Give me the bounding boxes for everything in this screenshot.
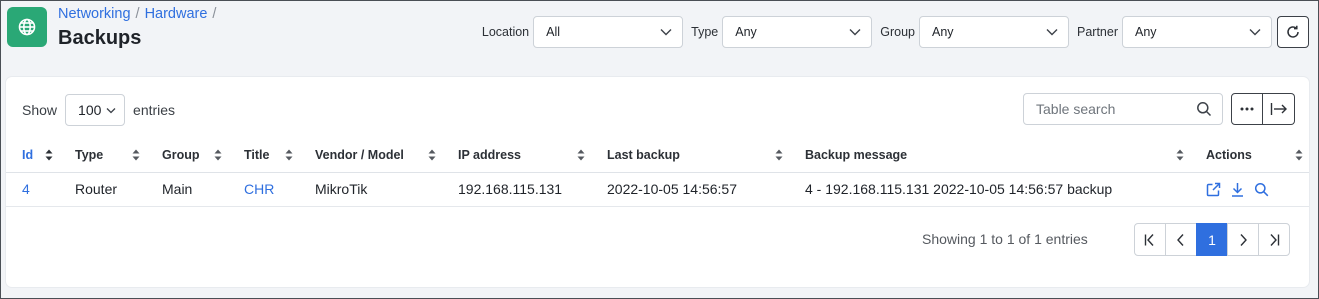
column-header-group[interactable]: Group	[146, 139, 228, 173]
chevron-down-icon	[660, 29, 672, 36]
next-page-button[interactable]	[1227, 223, 1259, 256]
chevron-left-icon	[1177, 233, 1184, 246]
column-header-type[interactable]: Type	[59, 139, 146, 173]
expand-columns-button[interactable]	[1263, 93, 1295, 125]
table-info: Showing 1 to 1 of 1 entries	[922, 231, 1088, 247]
type-filter-value: Any	[735, 25, 757, 39]
sort-icon	[1295, 149, 1303, 161]
arrow-to-right-icon	[1270, 103, 1287, 115]
column-header-backup-message[interactable]: Backup message	[789, 139, 1190, 173]
page-button[interactable]: 1	[1196, 223, 1228, 256]
column-header-label: Group	[162, 148, 200, 163]
last-page-icon	[1270, 233, 1280, 246]
cell-group: Main	[146, 172, 228, 207]
open-external-icon[interactable]	[1206, 182, 1221, 197]
partner-filter-label: Partner	[1077, 25, 1118, 39]
sort-icon	[45, 149, 53, 161]
breadcrumb-networking[interactable]: Networking	[58, 6, 131, 22]
column-header-label: Backup message	[805, 148, 908, 163]
backups-table-card: Show 100 entries Id	[6, 77, 1309, 287]
page-length-control: Show 100 entries	[22, 94, 175, 126]
table-header-row: Id Type Group Title Vendor / Model IP ad…	[6, 139, 1309, 173]
cell-backup-message: 4 - 192.168.115.131 2022-10-05 14:56:57 …	[789, 172, 1190, 207]
type-filter-label: Type	[691, 25, 719, 39]
column-header-label: Id	[22, 148, 34, 163]
chevron-down-icon	[106, 107, 116, 113]
column-header-label: Vendor / Model	[315, 148, 404, 163]
backups-table: Id Type Group Title Vendor / Model IP ad…	[6, 139, 1309, 207]
search-icon	[1197, 102, 1212, 117]
search-icon[interactable]	[1254, 182, 1269, 197]
sort-icon	[1176, 149, 1184, 161]
cell-vendor-model: MikroTik	[299, 172, 442, 207]
column-header-vendor-model[interactable]: Vendor / Model	[299, 139, 442, 173]
globe-network-icon	[7, 7, 47, 47]
sort-icon	[775, 149, 783, 161]
download-icon[interactable]	[1230, 182, 1245, 197]
page-length-select[interactable]: 100	[65, 94, 126, 126]
column-header-title[interactable]: Title	[228, 139, 299, 173]
sort-icon	[577, 149, 585, 161]
column-header-last-backup[interactable]: Last backup	[591, 139, 789, 173]
table-row: 4 Router Main CHR MikroTik 192.168.115.1…	[6, 172, 1309, 207]
cell-id: 4	[6, 172, 59, 207]
page-length-value: 100	[78, 102, 102, 118]
more-options-button[interactable]	[1231, 93, 1263, 125]
cell-actions	[1190, 172, 1309, 207]
breadcrumb-separator: /	[135, 6, 140, 22]
column-header-label: Last backup	[607, 148, 680, 163]
cell-last-backup: 2022-10-05 14:56:57	[591, 172, 789, 207]
column-header-label: Type	[75, 148, 104, 163]
table-tools	[1231, 93, 1295, 125]
first-page-icon	[1144, 233, 1154, 246]
partner-filter-value: Any	[1135, 25, 1157, 39]
column-header-label: Title	[244, 148, 270, 163]
chevron-down-icon	[1249, 29, 1261, 36]
sort-icon	[428, 149, 436, 161]
chevron-down-icon	[849, 29, 861, 36]
row-id-link[interactable]: 4	[22, 181, 30, 197]
first-page-button[interactable]	[1134, 223, 1166, 256]
ellipsis-icon	[1240, 107, 1254, 111]
location-filter-label: Location	[481, 25, 530, 39]
breadcrumb-separator: /	[212, 6, 217, 22]
table-search-input[interactable]	[1036, 101, 1186, 117]
row-title-link[interactable]: CHR	[244, 181, 274, 197]
sort-icon	[214, 149, 222, 161]
column-header-id[interactable]: Id	[6, 139, 59, 173]
group-filter-label: Group	[880, 25, 915, 39]
sort-icon	[285, 149, 293, 161]
location-filter-select[interactable]: All	[533, 16, 684, 48]
breadcrumb: Networking / Hardware /	[58, 6, 216, 22]
table-search	[1023, 93, 1223, 125]
filter-bar: Location All Type Any Group Any Partner …	[482, 16, 1272, 48]
chevron-down-icon	[1046, 29, 1058, 36]
entries-label: entries	[133, 102, 176, 118]
type-filter-select[interactable]: Any	[722, 16, 873, 48]
show-label: Show	[22, 102, 58, 118]
last-page-button[interactable]	[1258, 223, 1290, 256]
cell-title: CHR	[228, 172, 299, 207]
pagination: 1	[1134, 223, 1290, 256]
column-header-actions[interactable]: Actions	[1190, 139, 1309, 173]
column-header-label: Actions	[1206, 148, 1252, 163]
chevron-right-icon	[1240, 233, 1247, 246]
cell-ip-address: 192.168.115.131	[442, 172, 591, 207]
sort-icon	[132, 149, 140, 161]
breadcrumb-hardware[interactable]: Hardware	[145, 6, 208, 22]
partner-filter-select[interactable]: Any	[1122, 16, 1272, 48]
column-header-label: IP address	[458, 148, 522, 163]
column-header-ip-address[interactable]: IP address	[442, 139, 591, 173]
group-filter-value: Any	[932, 25, 954, 39]
previous-page-button[interactable]	[1165, 223, 1197, 256]
cell-type: Router	[59, 172, 146, 207]
page-title: Backups	[58, 27, 142, 49]
location-filter-value: All	[546, 25, 561, 39]
refresh-button[interactable]	[1277, 16, 1309, 48]
refresh-icon	[1287, 25, 1299, 38]
group-filter-select[interactable]: Any	[919, 16, 1069, 48]
